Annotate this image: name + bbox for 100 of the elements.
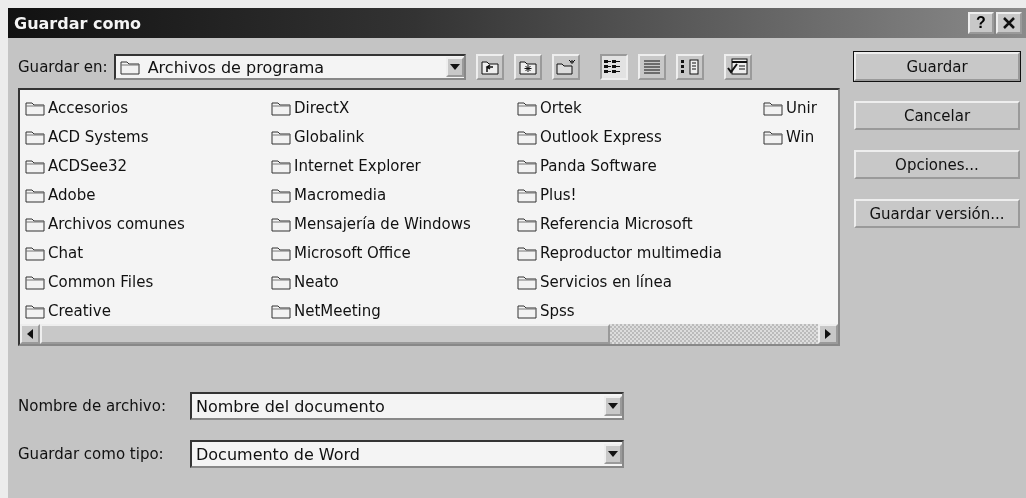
close-button[interactable] — [996, 12, 1022, 34]
folder-item[interactable]: Chat — [25, 238, 271, 267]
close-icon — [1003, 17, 1015, 29]
folder-name: Adobe — [48, 185, 96, 204]
folder-icon — [517, 215, 537, 232]
folder-icon — [25, 128, 45, 145]
folder-icon — [271, 99, 291, 116]
dialog-button[interactable]: Guardar — [854, 52, 1020, 81]
toolbar-button[interactable] — [675, 54, 704, 80]
folder-item[interactable]: Accesorios — [25, 93, 271, 122]
folder-name: Globalink — [294, 127, 365, 146]
folder-name: Mensajería de Windows — [294, 214, 471, 233]
folder-icon — [271, 273, 291, 290]
dropdown-button[interactable] — [604, 444, 622, 464]
left-arrow-icon — [27, 329, 33, 339]
details-view-icon — [641, 59, 662, 75]
folder-icon — [271, 302, 291, 319]
folder-icon — [271, 215, 291, 232]
folder-name: Internet Explorer — [294, 156, 421, 175]
folder-name: NetMeeting — [294, 301, 381, 320]
folder-item[interactable]: Panda Software — [517, 151, 763, 180]
horizontal-scrollbar[interactable] — [20, 324, 838, 344]
folder-item[interactable]: Common Files — [25, 267, 271, 296]
folder-name: ACDSee32 — [48, 156, 128, 175]
folder-name: ACD Systems — [48, 127, 149, 146]
folder-item[interactable]: Reproductor multimedia — [517, 238, 763, 267]
folder-name: Referencia Microsoft — [540, 214, 693, 233]
scroll-left-button[interactable] — [20, 324, 40, 344]
folder-icon — [25, 157, 45, 174]
folder-icon — [763, 99, 783, 116]
folder-item[interactable]: Spss — [517, 296, 763, 324]
folder-star-icon — [518, 59, 537, 75]
folder-item[interactable]: Internet Explorer — [271, 151, 517, 180]
folder-name: Unir — [786, 98, 817, 117]
folder-name: Accesorios — [48, 98, 129, 117]
folder-name: DirectX — [294, 98, 350, 117]
folder-item[interactable]: Servicios en línea — [517, 267, 763, 296]
folder-item[interactable]: Plus! — [517, 180, 763, 209]
folder-icon — [517, 128, 537, 145]
folder-name: Common Files — [48, 272, 154, 291]
folder-icon — [271, 128, 291, 145]
dropdown-arrow-icon — [608, 451, 618, 457]
field-label: Guardar como tipo: — [18, 445, 165, 463]
dropdown-arrow-icon — [449, 64, 460, 70]
folder-icon — [25, 186, 45, 203]
scroll-right-button[interactable] — [818, 324, 838, 344]
folder-item[interactable]: Win — [763, 122, 838, 151]
dialog-button[interactable]: Cancelar — [854, 101, 1020, 130]
folder-item[interactable]: Creative — [25, 296, 271, 324]
folder-icon — [119, 59, 140, 75]
folder-item[interactable]: Unir — [763, 93, 838, 122]
window-title: Guardar como — [14, 13, 143, 33]
folder-item[interactable]: ACDSee32 — [25, 151, 271, 180]
folder-item[interactable]: Ortek — [517, 93, 763, 122]
folder-item[interactable]: Neato — [271, 267, 517, 296]
location-dropdown[interactable]: Archivos de programa — [113, 54, 466, 80]
folder-icon — [517, 99, 537, 116]
combo-field[interactable]: Documento de Word — [190, 440, 624, 468]
folder-icon — [271, 244, 291, 261]
folder-icon — [25, 273, 45, 290]
folder-item[interactable]: DirectX — [271, 93, 517, 122]
folder-name: Plus! — [540, 185, 577, 204]
scroll-thumb[interactable] — [40, 324, 610, 344]
folder-item[interactable]: Macromedia — [271, 180, 517, 209]
folder-icon — [25, 215, 45, 232]
toolbar-button[interactable] — [723, 54, 752, 80]
dropdown-arrow-icon — [608, 403, 618, 409]
folder-item[interactable]: Mensajería de Windows — [271, 209, 517, 238]
folder-item[interactable]: Archivos comunes — [25, 209, 271, 238]
toolbar-button[interactable] — [475, 54, 504, 80]
folder-icon — [763, 128, 783, 145]
folder-icon — [517, 273, 537, 290]
folder-item[interactable]: Outlook Express — [517, 122, 763, 151]
field-label: Nombre de archivo: — [18, 397, 167, 415]
dropdown-button[interactable] — [604, 396, 622, 416]
toolbar-button[interactable] — [513, 54, 542, 80]
folder-item[interactable]: NetMeeting — [271, 296, 517, 324]
folder-icon — [271, 186, 291, 203]
help-button[interactable]: ? — [968, 12, 994, 34]
folder-name: Panda Software — [540, 156, 657, 175]
dialog-button[interactable]: Guardar versión... — [854, 199, 1020, 228]
folder-item[interactable]: Microsoft Office — [271, 238, 517, 267]
folder-name: Chat — [48, 243, 84, 262]
folder-icon — [517, 186, 537, 203]
folder-name: Macromedia — [294, 185, 387, 204]
tools-icon — [726, 58, 749, 76]
folder-item[interactable]: Adobe — [25, 180, 271, 209]
folder-item[interactable]: Referencia Microsoft — [517, 209, 763, 238]
folder-name: Microsoft Office — [294, 243, 411, 262]
dialog-button[interactable]: Opciones... — [854, 150, 1020, 179]
folder-name: Archivos comunes — [48, 214, 185, 233]
dropdown-button[interactable] — [445, 57, 464, 77]
folder-icon — [517, 302, 537, 319]
folder-name: Win — [786, 127, 815, 146]
folder-item[interactable]: ACD Systems — [25, 122, 271, 151]
folder-icon — [25, 302, 45, 319]
new-folder-icon — [555, 59, 576, 75]
toolbar-button[interactable] — [599, 54, 628, 80]
combo-field[interactable]: Nombre del documento — [190, 392, 624, 420]
folder-item[interactable]: Globalink — [271, 122, 517, 151]
